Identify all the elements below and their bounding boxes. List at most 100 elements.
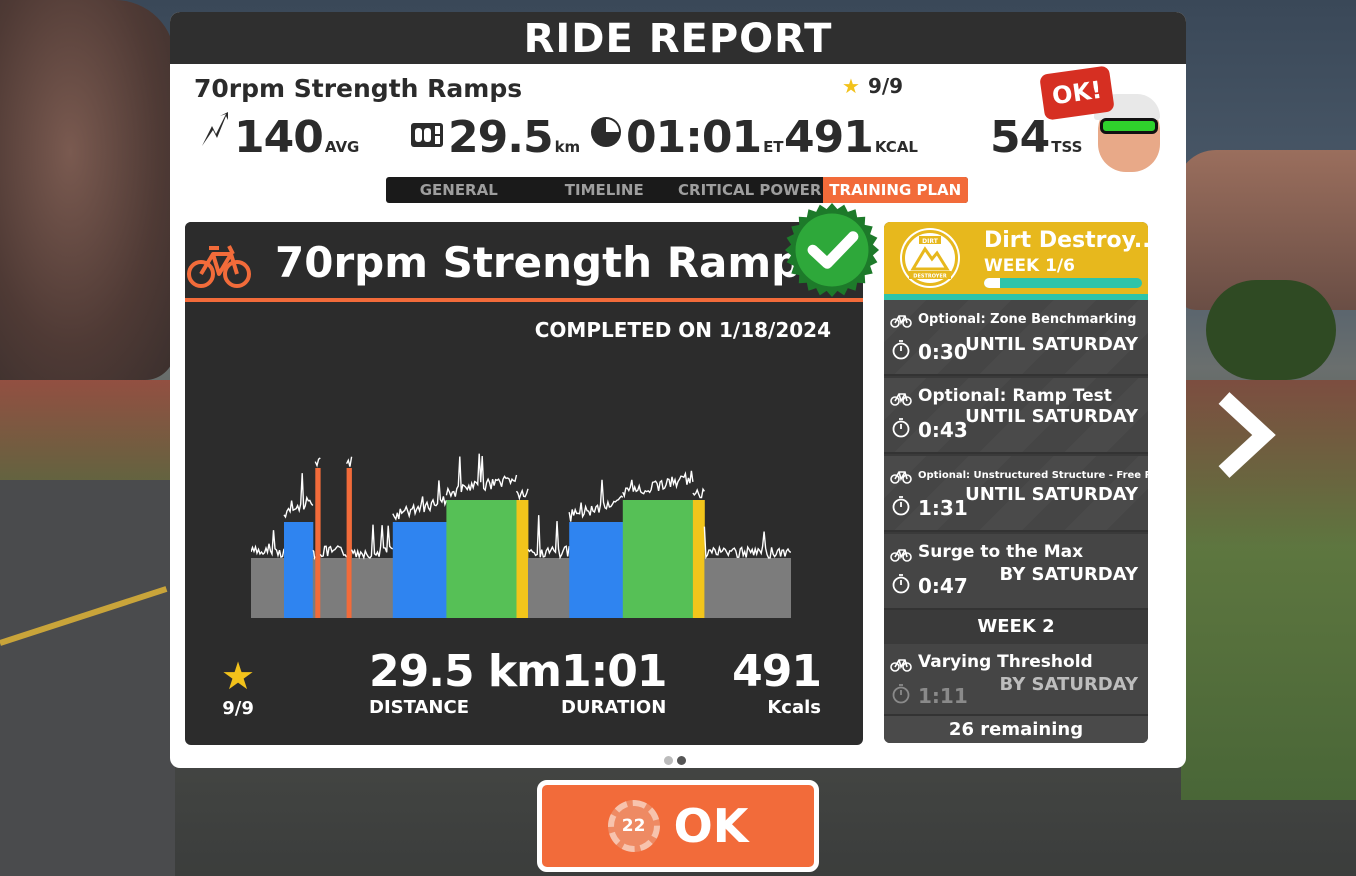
plan-item-due: BY SATURDAY	[999, 564, 1138, 585]
power-stat: 140 AVG	[200, 112, 359, 163]
report-tabs: GENERAL TIMELINE CRITICAL POWER TRAINING…	[386, 177, 968, 203]
card-calories-label: Kcals	[767, 697, 821, 718]
plan-week: WEEK 1/6	[984, 256, 1075, 276]
card-calories: 491 Kcals	[732, 646, 822, 718]
page-dot[interactable]	[664, 756, 673, 765]
plan-item-due: UNTIL SATURDAY	[965, 334, 1138, 355]
plan-item-duration: 0:43	[918, 418, 968, 442]
distance-unit: km	[554, 138, 581, 156]
stopwatch-icon	[892, 574, 910, 598]
page-indicator	[664, 750, 690, 768]
chevron-right-icon[interactable]	[1212, 390, 1282, 480]
page-dot-active[interactable]	[677, 756, 686, 765]
star-icon: ★	[842, 74, 860, 98]
workout-card-header: 70rpm Strength Ramps	[185, 222, 863, 302]
dirt-destroyer-logo: DIRT DESTROYER	[902, 230, 958, 286]
plan-progress-fill	[984, 278, 1000, 288]
logo-text-bottom: DESTROYER	[913, 274, 947, 280]
time-value: 01:01	[626, 112, 762, 163]
training-plan-panel[interactable]: DIRT DESTROYER Dirt Destroy... WEEK 1/6 …	[884, 222, 1148, 743]
zone-segment-gray	[704, 558, 791, 618]
zone-segment-red	[315, 468, 321, 618]
bike-icon	[890, 546, 912, 566]
plan-item-name: Surge to the Max	[918, 542, 1084, 562]
rider-avatar: OK!	[1039, 65, 1166, 176]
stopwatch-icon	[892, 684, 910, 708]
time-stat: 01:01 ET	[590, 112, 784, 163]
plan-item[interactable]: Optional: Unstructured Structure - Free …	[884, 456, 1148, 532]
zone-segment-green	[622, 500, 694, 618]
plan-item-name: Optional: Zone Benchmarking	[918, 312, 1137, 327]
card-duration-label: DURATION	[561, 697, 667, 718]
completed-check-icon	[784, 202, 880, 298]
background-rock-left	[0, 0, 175, 380]
plan-item-duration: 1:11	[918, 684, 968, 708]
card-distance-value: 29.5 km	[369, 646, 562, 697]
star-icon: ★	[221, 654, 256, 698]
zone-segment-blue	[284, 522, 314, 618]
calories-unit: KCAL	[874, 138, 918, 156]
card-distance: 29.5 km DISTANCE	[369, 646, 562, 718]
power-trace	[319, 545, 348, 558]
time-unit: ET	[763, 138, 784, 156]
zone-segment-green	[446, 500, 517, 618]
power-trace	[568, 479, 624, 522]
zone-segment-gray	[312, 558, 316, 618]
zone-segment-red	[346, 468, 352, 618]
logo-text-top: DIRT	[922, 238, 939, 245]
background-tree	[1206, 280, 1336, 380]
stopwatch-icon	[892, 340, 910, 364]
power-trace	[703, 526, 791, 560]
bike-icon	[890, 468, 912, 488]
avatar-glasses	[1100, 118, 1158, 134]
workout-name: 70rpm Strength Ramps	[194, 74, 523, 103]
plan-item-duration: 1:31	[918, 496, 968, 520]
power-trace	[527, 515, 570, 560]
odometer-icon	[410, 121, 444, 156]
tab-timeline[interactable]: TIMELINE	[532, 177, 678, 203]
workout-card: 70rpm Strength Ramps COMPLETED ON 1/18/2…	[185, 222, 863, 745]
power-chart	[251, 453, 791, 618]
plan-item[interactable]: Optional: Ramp Test 0:43 UNTIL SATURDAY	[884, 378, 1148, 454]
stopwatch-icon	[892, 418, 910, 442]
power-trace	[445, 453, 518, 499]
clock-icon	[590, 116, 622, 156]
lightning-icon	[200, 112, 230, 156]
calories-value: 491	[784, 112, 874, 163]
workout-card-title: 70rpm Strength Ramps	[275, 238, 827, 287]
power-trace	[345, 456, 353, 467]
plan-header: DIRT DESTROYER Dirt Destroy... WEEK 1/6	[884, 222, 1148, 298]
tab-critical-power[interactable]: CRITICAL POWER	[677, 177, 823, 203]
tab-general[interactable]: GENERAL	[386, 177, 532, 203]
ok-speech-bubble: OK!	[1039, 65, 1115, 121]
power-trace	[314, 457, 321, 468]
plan-item[interactable]: Optional: Zone Benchmarking 0:30 UNTIL S…	[884, 300, 1148, 376]
panel-title: RIDE REPORT	[170, 12, 1186, 64]
card-stars-count: 9/9	[222, 698, 254, 719]
bike-icon	[890, 390, 912, 410]
plan-item-duration: 0:47	[918, 574, 968, 598]
plan-item-due: BY SATURDAY	[999, 674, 1138, 695]
bike-icon	[890, 656, 912, 676]
stopwatch-icon	[892, 496, 910, 520]
tab-training-plan[interactable]: TRAINING PLAN	[822, 177, 968, 203]
power-trace	[283, 473, 314, 519]
ok-button[interactable]: 22 OK	[537, 780, 819, 872]
plan-item[interactable]: Varying Threshold 1:11 BY SATURDAY	[884, 644, 1148, 716]
card-duration-value: 1:01	[561, 646, 667, 697]
stars-count: 9/9	[867, 74, 904, 98]
plan-item-name: Optional: Unstructured Structure - Free …	[918, 470, 1148, 481]
zone-segment-blue	[569, 522, 624, 618]
power-value: 140	[234, 112, 324, 163]
power-trace	[692, 487, 705, 499]
ok-button-label: OK	[673, 799, 749, 853]
distance-value: 29.5	[448, 112, 554, 163]
card-distance-label: DISTANCE	[369, 697, 469, 718]
zone-segment-yellow	[692, 500, 705, 618]
zone-segment-gray	[351, 558, 394, 618]
plan-progress-bar	[984, 278, 1142, 288]
power-trace	[251, 530, 285, 559]
zone-segment-gray	[320, 558, 348, 618]
power-trace	[515, 488, 529, 501]
plan-item[interactable]: Surge to the Max 0:47 BY SATURDAY	[884, 534, 1148, 610]
